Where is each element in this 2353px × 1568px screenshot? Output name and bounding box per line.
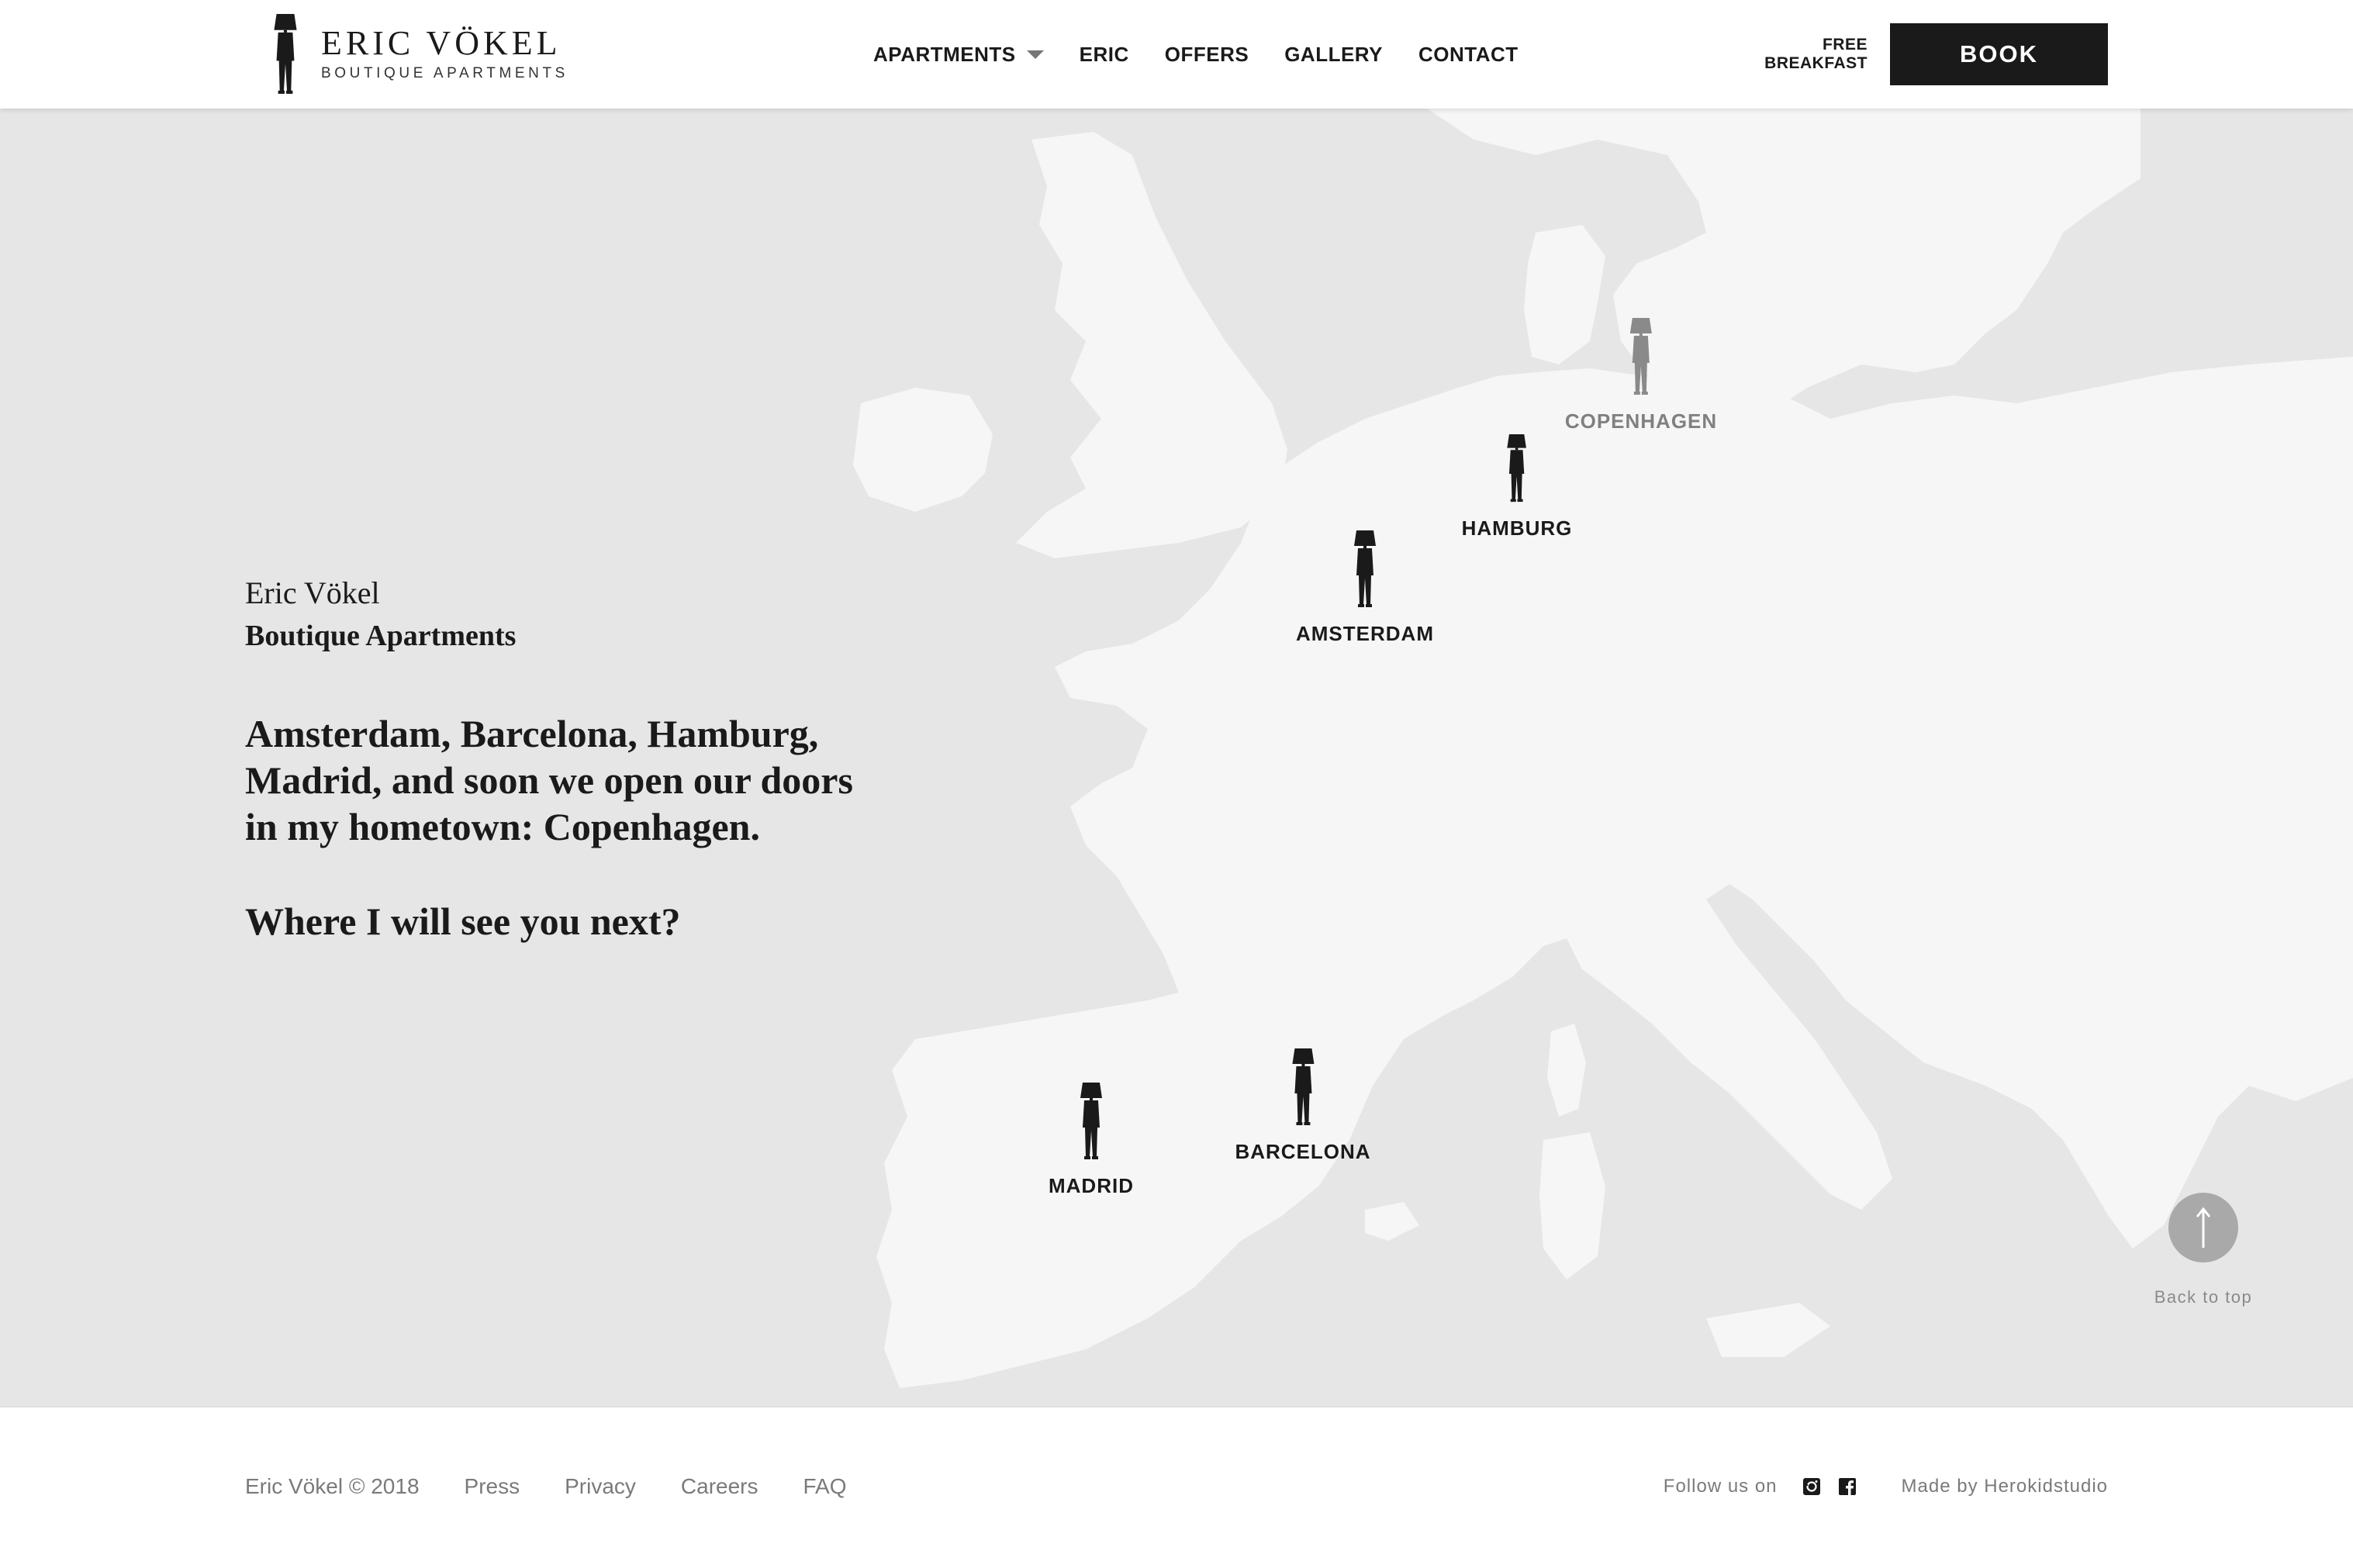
chevron-down-icon [1026,50,1044,59]
free-breakfast-line1: FREE [1822,36,1868,54]
book-button[interactable]: BOOK [1890,23,2108,85]
marker-label: BARCELONA [1235,1140,1371,1163]
nav-item-gallery[interactable]: GALLERY [1284,43,1383,67]
arrow-up-icon [2196,1207,2211,1248]
main-nav: APARTMENTS ERIC OFFERS GALLERY CONTACT [873,0,1554,109]
map-land-great-britain [1016,132,1287,558]
instagram-link[interactable] [1802,1477,1821,1496]
nav-item-label: OFFERS [1164,42,1249,66]
map-land-ireland [853,388,993,512]
nav-item-label: ERIC [1079,42,1129,66]
marker-amsterdam[interactable]: AMSTERDAM [1296,530,1434,646]
map-section: Eric Vökel Boutique Apartments Amsterdam… [0,109,2353,1406]
map-land-corsica [1547,1024,1586,1117]
nav-item-offers[interactable]: OFFERS [1165,43,1249,67]
intro-name: Eric Vökel [245,575,380,610]
footer-right: Follow us on Made by Herokidstudio [1664,1476,2108,1497]
nav-item-label: APARTMENTS [873,42,1016,66]
lamp-man-icon [1291,1048,1314,1125]
logo-subtitle: BOUTIQUE APARTMENTS [321,65,568,81]
marker-hamburg[interactable]: HAMBURG [1462,434,1573,541]
intro-subtitle: Boutique Apartments [245,620,517,652]
nav-item-eric[interactable]: ERIC [1080,43,1129,67]
footer-link-faq[interactable]: FAQ [803,1474,847,1499]
lamp-man-logo-icon [274,14,297,94]
site-footer: Eric Vökel © 2018 Press Privacy Careers … [0,1406,2353,1568]
marker-label: AMSTERDAM [1296,622,1434,645]
instagram-icon [1802,1478,1820,1495]
footer-link-careers[interactable]: Careers [681,1474,758,1499]
intro-question: Where I will see you next? [245,900,681,943]
free-breakfast-line2: BREAKFAST [1764,54,1868,72]
lamp-man-icon [1080,1083,1102,1159]
lamp-man-icon [1629,318,1652,395]
nav-item-label: GALLERY [1284,42,1383,66]
nav-item-label: CONTACT [1418,42,1519,66]
map-land-sardinia [1539,1132,1605,1280]
facebook-link[interactable] [1838,1477,1857,1496]
lamp-man-icon [1507,434,1527,503]
copyright: Eric Vökel © 2018 [245,1474,420,1498]
marker-copenhagen[interactable]: COPENHAGEN [1565,318,1717,433]
marker-label: COPENHAGEN [1564,409,1718,433]
footer-links: Eric Vökel © 2018 Press Privacy Careers … [245,1474,892,1499]
follow-us-label: Follow us on [1663,1476,1778,1497]
back-to-top-button[interactable] [2168,1193,2238,1262]
facebook-icon [1838,1478,1856,1495]
marker-label: MADRID [1049,1174,1134,1197]
logo-title: ERIC VÖKEL [321,24,561,62]
map-land-mallorca [1365,1202,1419,1241]
map-land-sicily [1706,1303,1830,1357]
free-breakfast-link[interactable]: FREE BREAKFAST [1764,36,1868,73]
lamp-man-icon [1354,530,1376,607]
marker-barcelona[interactable]: BARCELONA [1235,1048,1370,1164]
logo[interactable]: ERIC VÖKEL BOUTIQUE APARTMENTS [270,14,568,95]
intro-block: Eric Vökel Boutique Apartments Amsterdam… [245,574,912,945]
made-by-link[interactable]: Made by Herokidstudio [1902,1476,2108,1497]
nav-item-apartments[interactable]: APARTMENTS [873,43,1044,67]
intro-body: Amsterdam, Barcelona, Hamburg, Madrid, a… [245,712,853,848]
nav-item-contact[interactable]: CONTACT [1418,43,1519,67]
footer-link-press[interactable]: Press [465,1474,520,1499]
marker-label: HAMBURG [1461,516,1573,540]
back-to-top-label[interactable]: Back to top [2153,1287,2254,1307]
site-header: ERIC VÖKEL BOUTIQUE APARTMENTS APARTMENT… [0,0,2353,109]
marker-madrid[interactable]: MADRID [1049,1083,1134,1198]
footer-link-privacy[interactable]: Privacy [565,1474,636,1499]
